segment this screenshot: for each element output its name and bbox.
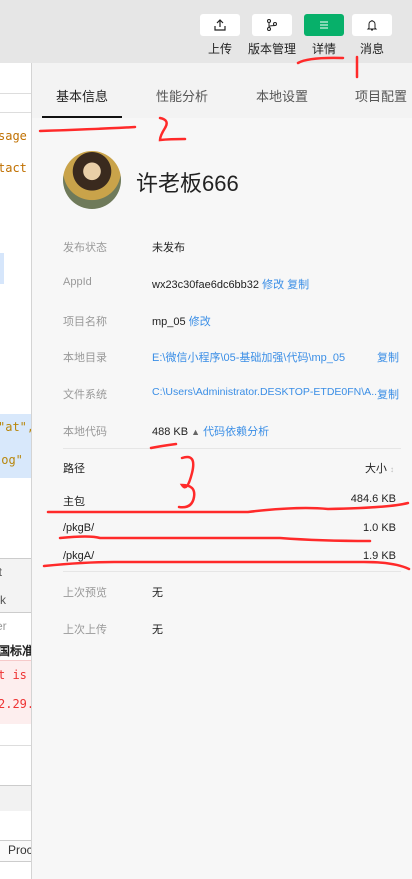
code-line: log" <box>0 453 23 467</box>
version-button[interactable] <box>252 14 292 36</box>
console-error: t is n <box>0 668 31 682</box>
last-preview-value: 无 <box>152 587 163 599</box>
details-button[interactable] <box>304 14 344 36</box>
project-name-label: 项目名称 <box>63 316 107 328</box>
panel-item[interactable]: rk <box>0 593 6 607</box>
last-preview-label: 上次预览 <box>63 587 107 599</box>
tab-project-config[interactable]: 项目配置 <box>355 86 407 105</box>
tab-performance[interactable]: 性能分析 <box>156 86 208 105</box>
toolbar: 上传 版本管理 详情 消息 <box>0 0 412 63</box>
messages-button[interactable] <box>352 14 392 36</box>
publish-status-label: 发布状态 <box>63 242 107 254</box>
package-size: 1.0 KB <box>362 522 396 534</box>
local-code-size: 488 KB <box>152 426 189 438</box>
bell-icon <box>366 20 378 31</box>
last-upload-value: 无 <box>152 624 163 636</box>
sort-icon[interactable]: ↕ <box>390 465 394 474</box>
profile-name: 许老板666 <box>136 171 239 196</box>
package-size: 1.9 KB <box>362 550 396 562</box>
package-path: /pkgB/ <box>63 522 95 534</box>
appid-label: AppId <box>63 276 92 288</box>
package-size: 484.6 KB <box>350 493 396 505</box>
version-label: 版本管理 <box>247 42 297 56</box>
appid-edit-link[interactable]: 修改 <box>262 279 284 291</box>
branch-icon <box>267 19 277 31</box>
last-upload-label: 上次上传 <box>63 624 107 636</box>
chevron-up-icon[interactable]: ▲ <box>191 427 200 437</box>
package-path: /pkgA/ <box>63 550 95 562</box>
avatar <box>63 151 121 209</box>
upload-button[interactable] <box>200 14 240 36</box>
local-dir-label: 本地目录 <box>63 352 107 364</box>
local-code-label: 本地代码 <box>63 426 107 438</box>
local-dir-copy-link[interactable]: 复制 <box>377 349 399 365</box>
project-name-value: mp_05 <box>152 316 186 328</box>
console-title: 国标准 <box>0 644 32 658</box>
tab-local-settings[interactable]: 本地设置 <box>256 86 308 105</box>
code-line: sage <box>0 129 27 143</box>
details-label: 详情 <box>311 42 337 56</box>
file-system-label: 文件系统 <box>63 389 107 401</box>
project-name-edit-link[interactable]: 修改 <box>189 316 211 328</box>
code-line: tact <box>0 161 27 175</box>
details-panel: 基本信息 性能分析 本地设置 项目配置 许老板666 发布状态 未发布 AppI… <box>32 63 412 879</box>
publish-status-value: 未发布 <box>152 242 185 254</box>
menu-icon <box>320 21 328 29</box>
upload-icon <box>214 19 226 31</box>
file-system-copy-link[interactable]: 复制 <box>377 386 399 402</box>
filter-input[interactable]: er <box>0 619 7 633</box>
dependency-analysis-link[interactable]: 代码依赖分析 <box>203 426 269 438</box>
appid-copy-link[interactable]: 复制 <box>287 279 309 291</box>
package-path: 主包 <box>63 496 85 508</box>
code-line: "at", <box>0 420 32 434</box>
local-dir-value[interactable]: E:\微信小程序\05-基础加强\代码\mp_05 <box>152 349 345 365</box>
upload-label: 上传 <box>207 42 233 56</box>
editor-area: sage tact "at", log" it rk er 国标准 t is n… <box>0 63 32 879</box>
file-system-value[interactable]: C:\Users\Administrator.DESKTOP-ETDE0FN\A… <box>152 386 377 398</box>
table-header: Proc <box>8 843 32 857</box>
console-error: 2.29. <box>0 697 32 711</box>
messages-label: 消息 <box>359 42 385 56</box>
appid-value: wx23c30fae6dc6bb32 <box>152 279 260 291</box>
path-header: 路径 <box>63 463 85 475</box>
size-header-label: 大小 <box>364 463 387 475</box>
tab-underline <box>42 116 122 118</box>
panel-item[interactable]: it <box>0 565 2 579</box>
tab-bar: 基本信息 性能分析 本地设置 项目配置 <box>32 63 412 118</box>
size-header[interactable]: 大小 ↕ <box>365 460 394 476</box>
tab-basic-info[interactable]: 基本信息 <box>56 86 108 105</box>
